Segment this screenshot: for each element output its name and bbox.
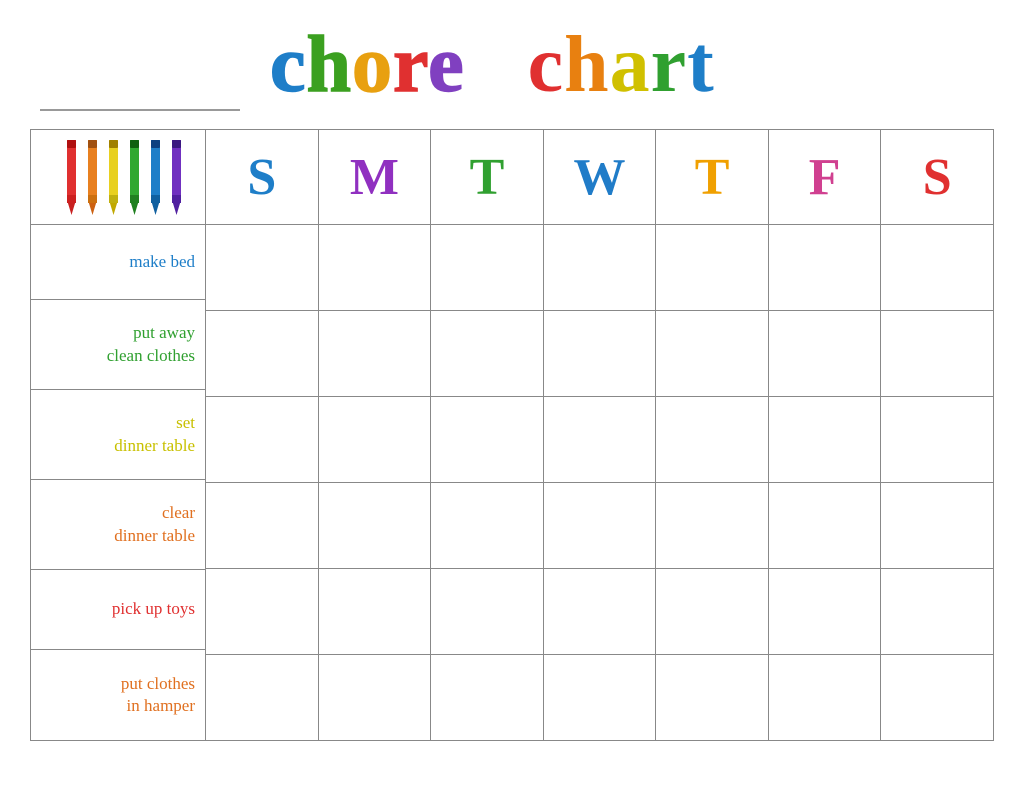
chore-row-put-clothes: put clothesin hamper bbox=[31, 650, 205, 740]
header: chore chart bbox=[30, 20, 994, 111]
cell-wed-2[interactable] bbox=[544, 311, 656, 397]
cell-sun-3[interactable] bbox=[206, 397, 318, 483]
cell-thu-4[interactable] bbox=[656, 483, 768, 569]
cell-thu-3[interactable] bbox=[656, 397, 768, 483]
cell-wed-1[interactable] bbox=[544, 225, 656, 311]
chore-word: chore chart bbox=[270, 20, 715, 111]
chore-row-pick-up: pick up toys bbox=[31, 570, 205, 650]
cell-sat-4[interactable] bbox=[881, 483, 993, 569]
cell-thu-1[interactable] bbox=[656, 225, 768, 311]
cell-mon-6[interactable] bbox=[319, 655, 431, 740]
cell-wed-3[interactable] bbox=[544, 397, 656, 483]
day-col-wed: W bbox=[544, 130, 657, 740]
cell-thu-2[interactable] bbox=[656, 311, 768, 397]
day-col-sat: S bbox=[881, 130, 993, 740]
cell-sun-5[interactable] bbox=[206, 569, 318, 655]
cell-sun-6[interactable] bbox=[206, 655, 318, 740]
cell-sun-4[interactable] bbox=[206, 483, 318, 569]
cell-thu-6[interactable] bbox=[656, 655, 768, 740]
cell-fri-5[interactable] bbox=[769, 569, 881, 655]
cell-mon-3[interactable] bbox=[319, 397, 431, 483]
cell-mon-1[interactable] bbox=[319, 225, 431, 311]
cell-thu-5[interactable] bbox=[656, 569, 768, 655]
cell-tue-4[interactable] bbox=[431, 483, 543, 569]
chore-row-put-away: put awayclean clothes bbox=[31, 300, 205, 390]
crayons bbox=[53, 135, 183, 220]
cell-fri-4[interactable] bbox=[769, 483, 881, 569]
day-header-sun: S bbox=[206, 130, 318, 225]
cell-sun-2[interactable] bbox=[206, 311, 318, 397]
chore-row-set-dinner: setdinner table bbox=[31, 390, 205, 480]
cell-tue-3[interactable] bbox=[431, 397, 543, 483]
page: chore chart bbox=[0, 0, 1024, 791]
day-header-mon: M bbox=[319, 130, 431, 225]
chore-row-make-bed: make bed bbox=[31, 225, 205, 300]
chore-label-clear-dinner: cleardinner table bbox=[114, 502, 195, 546]
chore-label-pick-up: pick up toys bbox=[112, 598, 195, 620]
chore-row-clear-dinner: cleardinner table bbox=[31, 480, 205, 570]
cell-wed-4[interactable] bbox=[544, 483, 656, 569]
chart: make bed put awayclean clothes setdinner… bbox=[30, 129, 994, 741]
cell-sat-6[interactable] bbox=[881, 655, 993, 740]
day-col-sun: S bbox=[206, 130, 319, 740]
cell-fri-2[interactable] bbox=[769, 311, 881, 397]
cell-fri-3[interactable] bbox=[769, 397, 881, 483]
day-col-thu: T bbox=[656, 130, 769, 740]
cell-sat-3[interactable] bbox=[881, 397, 993, 483]
cell-sat-2[interactable] bbox=[881, 311, 993, 397]
grid-columns: S M T bbox=[206, 130, 993, 740]
label-column: make bed put awayclean clothes setdinner… bbox=[31, 130, 206, 740]
cell-mon-2[interactable] bbox=[319, 311, 431, 397]
day-header-wed: W bbox=[544, 130, 656, 225]
cell-tue-1[interactable] bbox=[431, 225, 543, 311]
cell-mon-5[interactable] bbox=[319, 569, 431, 655]
day-header-thu: T bbox=[656, 130, 768, 225]
cell-sat-1[interactable] bbox=[881, 225, 993, 311]
cell-tue-2[interactable] bbox=[431, 311, 543, 397]
chore-label-put-clothes: put clothesin hamper bbox=[121, 673, 195, 717]
name-line[interactable] bbox=[40, 71, 240, 111]
day-header-tue: T bbox=[431, 130, 543, 225]
cell-wed-5[interactable] bbox=[544, 569, 656, 655]
cell-sun-1[interactable] bbox=[206, 225, 318, 311]
day-header-sat: S bbox=[881, 130, 993, 225]
cell-tue-5[interactable] bbox=[431, 569, 543, 655]
title: chore chart bbox=[270, 20, 715, 111]
chore-label-make-bed: make bed bbox=[129, 251, 195, 273]
day-col-tue: T bbox=[431, 130, 544, 740]
crayons-svg bbox=[53, 135, 183, 220]
chore-label-put-away: put awayclean clothes bbox=[107, 322, 195, 366]
cell-wed-6[interactable] bbox=[544, 655, 656, 740]
day-col-mon: M bbox=[319, 130, 432, 740]
crayon-header bbox=[31, 130, 205, 225]
cell-mon-4[interactable] bbox=[319, 483, 431, 569]
chore-label-set-dinner: setdinner table bbox=[114, 412, 195, 456]
day-header-fri: F bbox=[769, 130, 881, 225]
cell-fri-1[interactable] bbox=[769, 225, 881, 311]
cell-fri-6[interactable] bbox=[769, 655, 881, 740]
cell-tue-6[interactable] bbox=[431, 655, 543, 740]
cell-sat-5[interactable] bbox=[881, 569, 993, 655]
day-col-fri: F bbox=[769, 130, 882, 740]
